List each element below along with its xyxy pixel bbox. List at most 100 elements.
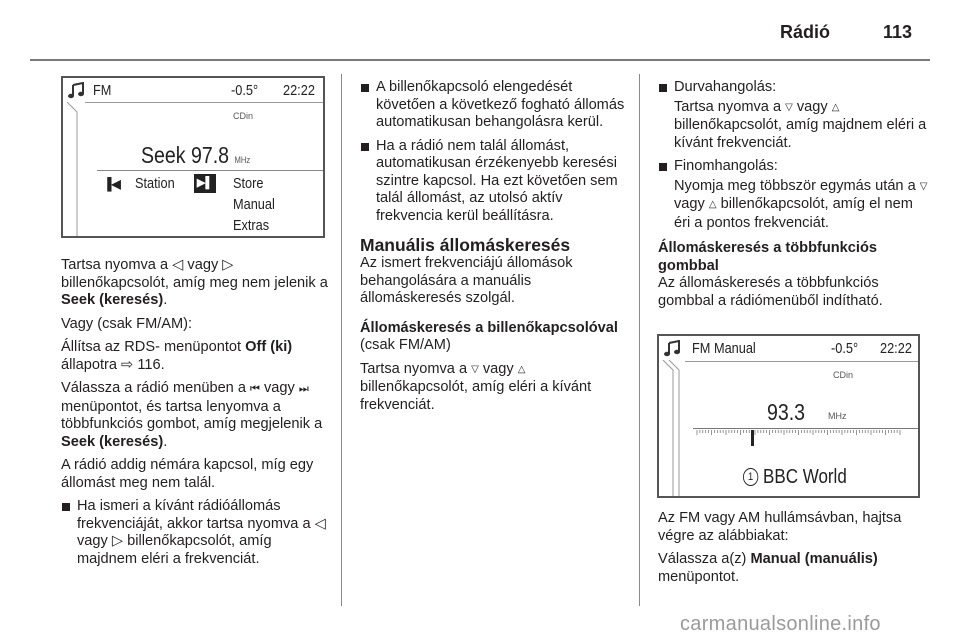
column-divider [639,74,640,606]
rocker-right-icon: ▷ [111,533,124,549]
paragraph: Az ismert frekvenciájú állomások behango… [360,255,573,306]
sidebar-frame [662,360,680,496]
clock: 22:22 [880,340,912,357]
paragraph: Az FM vagy AM hullámsávban, hajtsa végre… [658,510,902,544]
text: billenőkapcsolót, amíg eléri a kívánt fr… [360,379,592,413]
column-3: Durvahangolás: Tartsa nyomva a ▽ vagy △ … [658,79,933,316]
source-label: CDin [233,111,254,121]
skip-back-icon: ⏮ [250,383,260,395]
section-heading: Manuális állomáskeresés [360,235,571,255]
music-note-icon [664,340,680,357]
subsection-heading: Állomáskeresés a billenőkapcsolóval [360,319,618,336]
screen-title: FM Manual [692,340,756,357]
menu-item-station[interactable]: Station [135,175,175,192]
text: Nyomja meg többször egymás után a [674,177,920,194]
menu-item-manual[interactable]: Manual [233,196,275,213]
tuning-scale[interactable] [695,429,905,451]
text: . [160,356,165,373]
header-rule [30,59,930,61]
radio-manual-screen: FM Manual -0.5° 22:22 CDin 93.3 MHz 1 BB… [657,334,920,498]
text: menüpontot, és tartsa lenyomva a többfun… [61,398,323,433]
text: . [163,433,168,450]
rocker-left-icon: ◁ [172,257,184,273]
bullet-item: Finomhangolás: [658,158,933,176]
text: Tartsa nyomva a [360,360,472,377]
title-rule [85,102,323,103]
paragraph: Válassza a(z) Manual (manuális) menüpont… [658,551,933,586]
frequency-value: 93.3 [767,399,806,425]
section-title: Rádió [780,22,831,42]
seek-frequency-value: Seek 97.8 [141,142,230,168]
frequency-unit: MHz [234,155,251,165]
bullet-item: Ha a rádió nem talál állomást, automatik… [360,138,632,226]
title-rule [685,361,918,362]
page-reference-link[interactable]: ⇨ 116 [121,357,161,373]
menu-term: Seek (keresés) [61,292,164,308]
text: vagy [183,257,223,273]
paragraph: Vagy (csak FM/AM): [61,315,193,332]
watermark: carmanualsonline.info [680,613,881,635]
column-1: Tartsa nyomva a ◁ vagy ▷ billenőkapcsoló… [61,257,331,574]
text: menüpontot. [658,568,740,585]
rocker-down-icon: ▽ [785,101,793,113]
text: állapotra [61,356,122,373]
paragraph: Tartsa nyomva a ▽ vagy △ billenőkapcsoló… [658,99,933,153]
menu-term: Off (ki) [245,339,293,355]
rocker-up-icon: △ [517,363,526,375]
skip-forward-icon: ⏭ [298,383,309,395]
text: vagy [77,533,112,549]
text: Finomhangolás: [674,158,778,174]
text: Ha a rádió nem talál állomást, automatik… [376,137,618,224]
text: Ha ismeri a kívánt rádióállomás frekvenc… [77,498,315,532]
music-note-icon [68,82,84,99]
text: billenőkapcsolót, amíg meg nem jelenik a [61,274,328,291]
paragraph: (csak FM/AM) [360,337,451,353]
temperature: -0.5° [231,82,259,99]
skip-forward-icon[interactable]: ▶▌ [194,174,216,193]
text: Tartsa nyomva a [674,98,786,115]
paragraph: Az állomáskeresés a többfunkciós gombbal… [658,275,883,309]
station-name: BBC World [763,466,847,488]
paragraph: Tartsa nyomva a ▽ vagy △ billenőkapcsoló… [360,361,632,415]
text: vagy [674,196,709,212]
text: billenőkapcsolót, amíg majdnem eléri a k… [674,117,927,151]
text: . [163,292,168,308]
bullet-square-icon [659,84,667,92]
menu-item-store[interactable]: Store [233,175,263,192]
text: Durvahangolás: [674,79,777,95]
text: Tartsa nyomva a [61,257,173,273]
frequency-unit: MHz [828,411,847,421]
menu-rule [97,170,323,171]
text: Válassza a(z) [658,551,751,567]
paragraph: A rádió addig némára kapcsol, míg egy ál… [61,457,314,491]
band-label: FM [93,82,112,99]
rocker-up-icon: △ [708,199,717,210]
rocker-down-icon: ▽ [919,180,928,192]
preset-circle-icon: 1 [743,468,759,486]
text: vagy [792,98,832,115]
source-label: CDin [833,370,854,380]
text: vagy [259,380,299,396]
menu-term: Manual (manuális) [750,551,878,567]
seek-frequency: Seek 97.8 MHz [141,142,250,169]
menu-item-extras[interactable]: Extras [233,217,269,234]
preset-station: 1 BBC World [743,466,847,489]
paragraph: Állítsa az RDS- menüpontot Off (ki) álla… [61,339,331,374]
rocker-left-icon: ◁ [314,515,326,532]
paragraph: Válassza a rádió menüben a ⏮ vagy ⏭ menü… [61,380,331,451]
bullet-item: Ha ismeri a kívánt rádióállomás frekvenc… [61,498,331,568]
radio-seek-screen: FM -0.5° 22:22 CDin Seek 97.8 MHz ▐◀ Sta… [61,76,325,238]
bullet-square-icon [361,84,369,92]
column-divider [341,74,342,606]
bullet-square-icon [659,163,667,171]
text: vagy [478,360,518,377]
rocker-up-icon: △ [831,101,840,113]
text: Állítsa az RDS- menüpontot [61,339,246,355]
subsection-heading: Állomáskeresés a többfunkciós gombbal [658,240,877,274]
column-3-bottom: Az FM vagy AM hullámsávban, hajtsa végre… [658,510,933,592]
text: A billenőkapcsoló elengedését követően a… [376,79,625,130]
bullet-square-icon [62,503,70,511]
skip-back-icon[interactable]: ▐◀ [103,177,121,191]
paragraph: Tartsa nyomva a ◁ vagy ▷ billenőkapcsoló… [61,257,331,310]
tuning-indicator [751,430,754,446]
